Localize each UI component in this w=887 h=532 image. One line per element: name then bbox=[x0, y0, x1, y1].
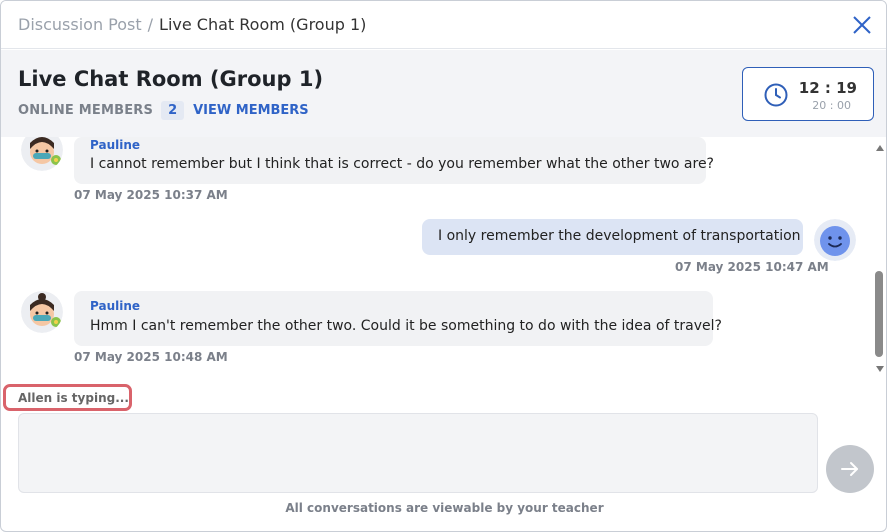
message-sender: Pauline bbox=[90, 138, 141, 152]
arrow-right-icon bbox=[841, 462, 858, 476]
message-text: I cannot remember but I think that is co… bbox=[90, 156, 714, 172]
chat-scrollbar[interactable] bbox=[872, 137, 886, 377]
breadcrumb: Discussion Post / Live Chat Room (Group 1) bbox=[18, 15, 366, 34]
message-input[interactable] bbox=[18, 413, 818, 493]
message-timestamp: 07 May 2025 10:47 AM bbox=[675, 260, 829, 274]
breadcrumb-current: Live Chat Room (Group 1) bbox=[159, 15, 367, 34]
scroll-up-arrow-icon[interactable] bbox=[876, 145, 884, 151]
message-bubble: Pauline I cannot remember but I think th… bbox=[74, 137, 714, 184]
view-members-link[interactable]: VIEW MEMBERS bbox=[193, 103, 309, 118]
scroll-down-arrow-icon[interactable] bbox=[876, 366, 884, 372]
session-timer: 12 : 19 20 : 00 bbox=[742, 67, 874, 121]
chat-header: Live Chat Room (Group 1) ONLINE MEMBERS … bbox=[1, 50, 886, 137]
typing-indicator-text: Allen is typing... bbox=[18, 391, 129, 405]
message-text: I only remember the development of trans… bbox=[438, 228, 801, 244]
timer-total: 20 : 00 bbox=[812, 99, 851, 112]
online-members-count: 2 bbox=[161, 101, 185, 120]
message-sender: Pauline bbox=[90, 299, 141, 313]
page-title: Live Chat Room (Group 1) bbox=[18, 67, 324, 91]
message-timestamp: 07 May 2025 10:37 AM bbox=[74, 188, 228, 202]
close-icon bbox=[853, 16, 871, 34]
teacher-visibility-note: All conversations are viewable by your t… bbox=[285, 501, 604, 515]
student-avatar-icon bbox=[21, 137, 63, 171]
chat-modal: Discussion Post / Live Chat Room (Group 1)… bbox=[0, 0, 887, 532]
smiley-avatar-icon bbox=[814, 219, 856, 261]
online-members-row: ONLINE MEMBERS 2 VIEW MEMBERS bbox=[18, 101, 309, 120]
message-text: Hmm I can't remember the other two. Coul… bbox=[90, 318, 722, 334]
student-avatar-icon bbox=[21, 291, 63, 333]
close-button[interactable] bbox=[850, 13, 874, 37]
clock-icon bbox=[764, 83, 788, 107]
message-bubble: I only remember the development of trans… bbox=[422, 219, 803, 255]
typing-indicator: Allen is typing... bbox=[3, 384, 132, 411]
avatar-self bbox=[814, 219, 856, 261]
breadcrumb-separator: / bbox=[147, 15, 154, 34]
message-list[interactable]: Pauline I cannot remember but I think th… bbox=[1, 137, 874, 377]
online-members-label: ONLINE MEMBERS bbox=[18, 103, 154, 118]
avatar-pauline bbox=[21, 137, 63, 171]
breadcrumb-parent[interactable]: Discussion Post bbox=[18, 15, 142, 34]
message-timestamp: 07 May 2025 10:48 AM bbox=[74, 350, 228, 364]
top-bar: Discussion Post / Live Chat Room (Group 1) bbox=[1, 1, 886, 49]
avatar-pauline bbox=[21, 291, 63, 333]
timer-current: 12 : 19 bbox=[798, 79, 857, 97]
scrollbar-thumb[interactable] bbox=[875, 271, 883, 357]
send-button[interactable] bbox=[826, 445, 874, 493]
message-bubble: Pauline Hmm I can't remember the other t… bbox=[74, 291, 722, 346]
